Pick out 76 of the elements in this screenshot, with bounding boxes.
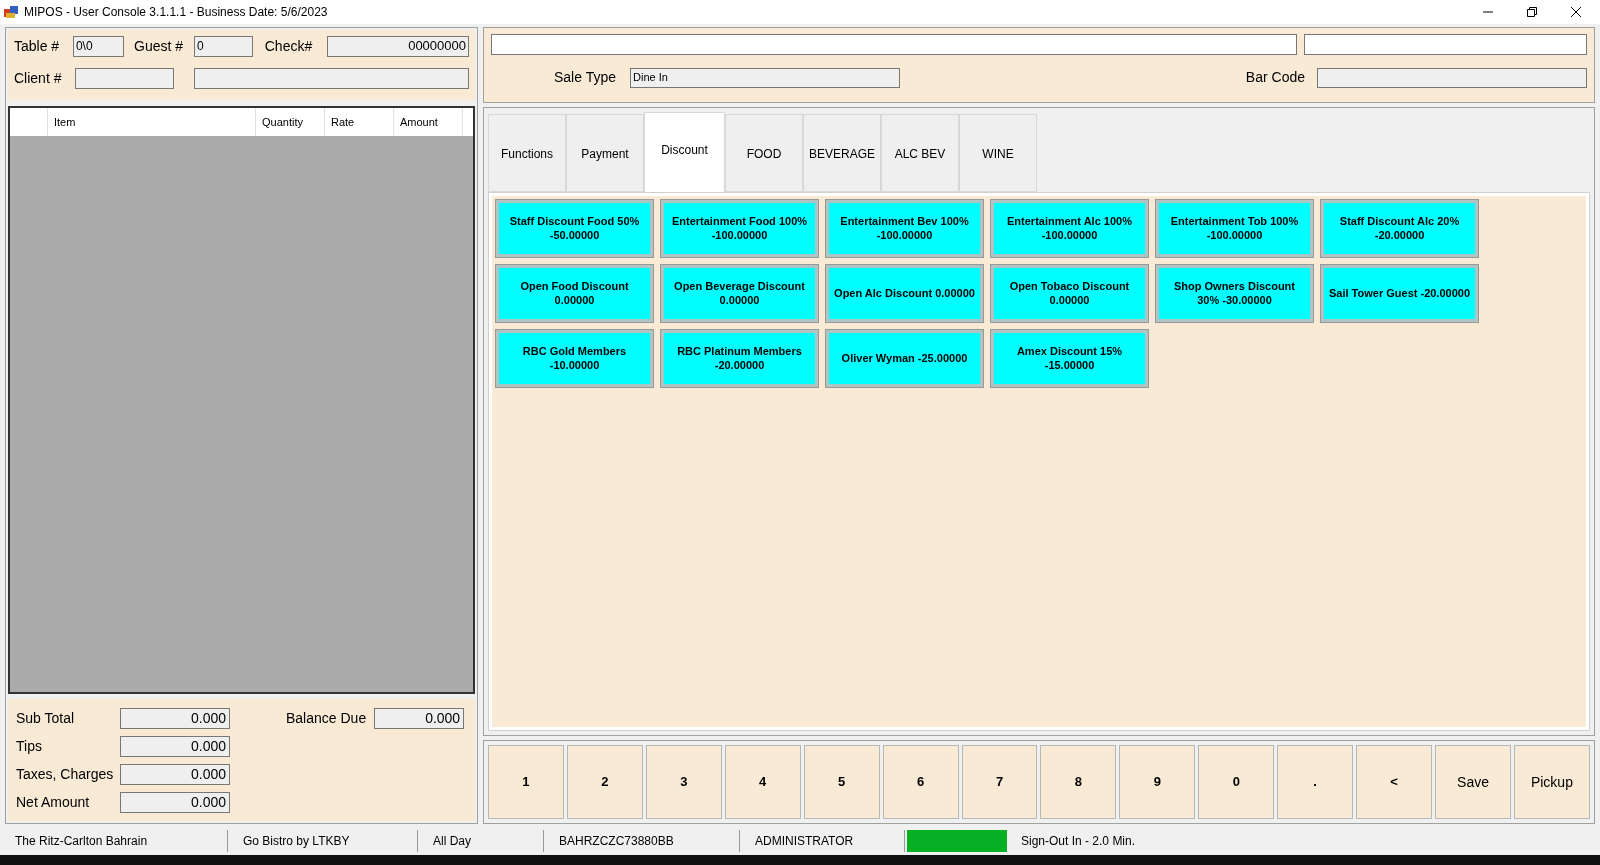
sale-type-field[interactable]: Dine In [630,67,900,88]
table-label: Table # [14,36,61,56]
search-field[interactable] [491,34,1297,55]
close-icon[interactable] [1570,6,1582,18]
total-label: Sub Total [16,709,76,728]
keypad-button[interactable]: 9 [1119,745,1196,819]
status-text: All Day [433,832,471,850]
tab[interactable]: Functions [488,113,566,192]
balance-due-label: Balance Due [286,709,367,728]
tab[interactable]: ALC BEV [881,113,959,192]
keypad-button[interactable]: . [1277,745,1354,819]
column-header: Amount [394,108,463,136]
client-field[interactable] [75,67,174,89]
check-field[interactable]: 00000000 [326,35,469,57]
tab[interactable]: BEVERAGE [803,113,881,192]
keypad-button[interactable]: Save [1435,745,1511,819]
discount-button[interactable]: Sail Tower Guest -20.00000 [1321,264,1478,322]
restore-icon[interactable] [1526,6,1538,18]
total-label: Tips [16,737,43,756]
discount-button[interactable]: Open Beverage Discount 0.00000 [661,264,818,322]
discount-button[interactable]: Shop Owners Discount 30% -30.00000 [1156,264,1313,322]
column-header: Quantity [256,108,325,136]
client-name-field[interactable] [194,67,469,89]
total-label: Taxes, Charges [16,765,115,784]
total-field[interactable]: 0.000 [120,736,230,757]
discount-button[interactable]: Open Tobaco Discount 0.00000 [991,264,1148,322]
keypad-button[interactable]: 5 [803,745,880,819]
check-label: Check# [264,36,314,56]
column-header: Item [48,108,256,136]
status-text: The Ritz-Carlton Bahrain [15,832,148,850]
keypad-button[interactable]: 1 [488,745,564,819]
tab[interactable]: Discount [644,111,725,192]
status-text: Go Bistro by LTKBY [243,832,350,850]
guest-field[interactable]: 0 [193,35,253,57]
discount-button[interactable]: Entertainment Alc 100% -100.00000 [991,199,1148,257]
guest-label: Guest # [134,36,185,56]
keypad-button[interactable]: Pickup [1514,745,1590,819]
client-label: Client # [14,68,63,88]
total-field[interactable]: 0.000 [120,792,230,813]
total-field[interactable]: 0.000 [120,708,230,729]
keypad-button[interactable]: 7 [961,745,1038,819]
discount-button[interactable]: Entertainment Food 100% -100.00000 [661,199,818,257]
status-text: BAHRZCZC73880BB [559,832,674,850]
discount-button[interactable]: Staff Discount Food 50% -50.00000 [496,199,653,257]
balance-due-field[interactable]: 0.000 [374,708,465,729]
app-icon [4,5,18,19]
sale-type-label: Sale Type [554,68,617,87]
table-field[interactable]: 0\0 [72,35,125,57]
discount-button[interactable]: RBC Platinum Members -20.00000 [661,329,818,387]
discount-button[interactable]: Open Alc Discount 0.00000 [826,264,983,322]
total-field[interactable]: 0.000 [120,764,230,785]
keypad-button[interactable]: 4 [724,745,801,819]
bar-code-label: Bar Code [1245,68,1305,87]
discount-button[interactable]: Entertainment Bev 100% -100.00000 [826,199,983,257]
tab[interactable]: WINE [959,113,1037,192]
tab[interactable]: FOOD [725,113,803,192]
status-text: ADMINISTRATOR [755,832,854,850]
keypad-button[interactable]: 2 [566,745,643,819]
keypad-button[interactable]: 8 [1040,745,1117,819]
bar-code-field[interactable] [1317,67,1587,88]
keypad-button[interactable]: 0 [1198,745,1275,819]
window-title: MIPOS - User Console 3.1.1.1 - Business Date: 5/6/2023 [24,4,328,21]
discount-button[interactable]: Amex Discount 15% -15.00000 [991,329,1148,387]
status-text: Sign-Out In - 2.0 Min. [1021,832,1136,850]
total-label: Net Amount [16,793,91,812]
tab[interactable]: Payment [566,113,644,192]
keypad-button[interactable]: 3 [645,745,722,819]
discount-button[interactable]: Oliver Wyman -25.00000 [826,329,983,387]
keypad-button[interactable]: < [1356,745,1433,819]
text-field[interactable] [1304,34,1587,55]
discount-button[interactable]: Staff Discount Alc 20% -20.00000 [1321,199,1478,257]
discount-button[interactable]: Open Food Discount 0.00000 [496,264,653,322]
discount-button[interactable]: RBC Gold Members -10.00000 [496,329,653,387]
discount-button[interactable]: Entertainment Tob 100% -100.00000 [1156,199,1313,257]
column-header: Rate [325,108,394,136]
keypad-button[interactable]: 6 [882,745,959,819]
